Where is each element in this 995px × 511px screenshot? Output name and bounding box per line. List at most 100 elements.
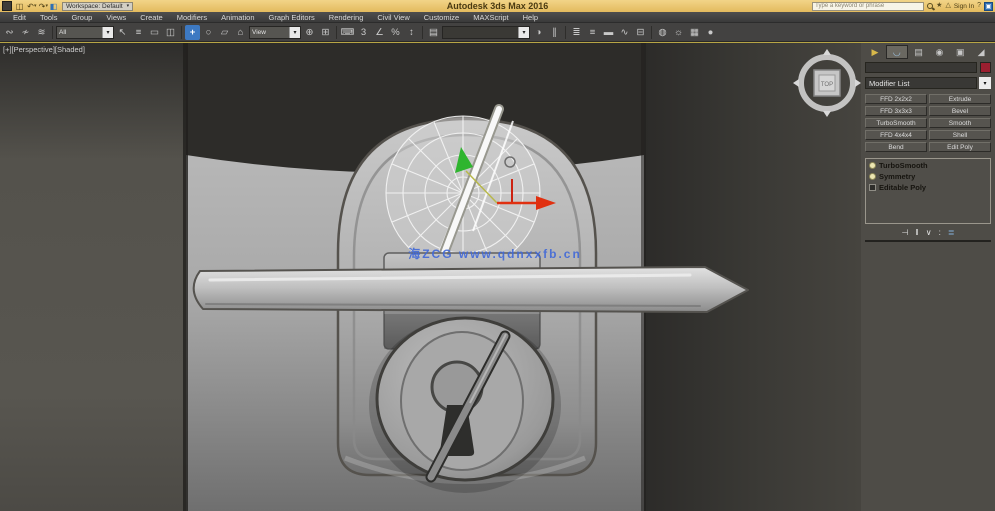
select-and-place-icon[interactable]: ⌂ [233,25,248,40]
stack-toolbar: ⊣ ‖ ∨ : ≣ [865,228,991,242]
toolbar-separator [565,25,566,39]
named-selection-sets-dropdown[interactable]: ▾ [442,25,530,39]
pin-stack-icon[interactable]: ⊣ [901,228,908,237]
menu-bar: Edit Tools Group Views Create Modifiers … [0,12,995,23]
coordinate-system-value: View [252,28,266,36]
menu-civil-view[interactable]: Civil View [370,13,416,22]
door-handle-bar[interactable] [192,266,749,313]
communication-center-icon[interactable]: ▣ [984,1,993,11]
make-unique-icon[interactable]: ∨ [926,228,932,237]
edit-named-selection-sets-icon[interactable]: ▤ [426,25,441,40]
help-icon[interactable]: ? [977,1,981,11]
modifier-button-set: FFD 2x2x2 Extrude FFD 3x3x3 Bevel TurboS… [865,94,991,152]
rendered-frame-window-icon[interactable]: ▦ [687,25,702,40]
modifier-button[interactable]: FFD 2x2x2 [865,94,927,104]
utilities-tab[interactable]: ◢ [971,45,991,59]
menu-customize[interactable]: Customize [417,13,466,22]
modifier-button[interactable]: Bevel [929,106,991,116]
3ds-max-window: ◫ ↶ ▾ ↷ ▾ ◧ Workspace: Default ▾ Autodesk … [0,0,995,511]
use-pivot-point-center-icon[interactable]: ⊕ [302,25,317,40]
toggle-scene-explorer-icon[interactable]: ≣ [569,25,584,40]
menu-maxscript[interactable]: MAXScript [466,13,515,22]
stack-item-turbosmooth[interactable]: TurboSmooth [867,160,989,171]
menu-help[interactable]: Help [516,13,545,22]
menu-create[interactable]: Create [133,13,170,22]
reference-coordinate-system-dropdown[interactable]: View ▾ [249,25,301,39]
viewport-watermark: 海ZCG www.qdnxxfb.cn [408,247,582,261]
a360-icon[interactable]: △ [945,1,950,11]
modify-tab[interactable]: ◡ [885,45,908,59]
modifier-button[interactable]: Extrude [929,94,991,104]
sign-in-label[interactable]: Sign In [954,3,974,10]
object-color-swatch[interactable] [980,62,991,73]
menu-edit[interactable]: Edit [6,13,33,22]
object-name-field[interactable] [865,62,977,73]
motion-tab[interactable]: ◉ [929,45,949,59]
toggle-layer-explorer-icon[interactable]: ≡ [585,25,600,40]
snaps-toggle-icon[interactable]: 3 [356,25,371,40]
modifier-button[interactable]: FFD 4x4x4 [865,130,927,140]
modifier-button[interactable]: TurboSmooth [865,118,927,128]
modifier-list-caret[interactable]: ▾ [979,77,991,89]
align-icon[interactable]: ∥ [547,25,562,40]
favorites-star-icon[interactable]: ★ [936,1,942,11]
stack-item-label: Symmetry [879,172,916,181]
mirror-icon[interactable]: ◑ [531,25,546,40]
modifier-button[interactable]: FFD 3x3x3 [865,106,927,116]
modifier-stack: TurboSmooth Symmetry Editable Poly [865,158,991,224]
modifier-button[interactable]: Edit Poly [929,142,991,152]
material-editor-icon[interactable]: ◍ [655,25,670,40]
keyboard-shortcut-override-icon[interactable]: ⌨ [340,25,355,40]
perspective-viewport[interactable]: [+][Perspective][Shaded] 海ZCG www.qdnxxf… [0,43,861,511]
select-object-icon[interactable]: ↖ [115,25,130,40]
select-and-move-icon[interactable]: + [185,24,200,40]
modifier-button[interactable]: Bend [865,142,927,152]
show-end-result-icon[interactable]: ‖ [915,228,918,237]
menu-group[interactable]: Group [64,13,99,22]
save-icon[interactable]: ◫ [14,1,25,11]
angle-snap-toggle-icon[interactable]: ∠ [372,25,387,40]
modifier-button[interactable]: Shell [929,130,991,140]
curve-editor-icon[interactable]: ∿ [617,25,632,40]
select-and-scale-icon[interactable]: ▱ [217,25,232,40]
modifier-on-off-bulb-icon[interactable] [869,173,876,180]
selection-filter-value: All [59,28,67,36]
keyhole-escutcheon[interactable] [369,316,561,493]
modifier-on-off-bulb-icon[interactable] [869,162,876,169]
select-and-manipulate-icon[interactable]: ⊞ [318,25,333,40]
render-production-icon[interactable]: ● [703,25,718,40]
workspace-dropdown[interactable]: Workspace: Default ▾ [62,1,134,11]
menu-animation[interactable]: Animation [214,13,261,22]
modifier-list-dropdown[interactable]: Modifier List [865,77,977,89]
search-icon[interactable] [927,3,934,9]
stack-item-editable-poly[interactable]: Editable Poly [867,182,989,193]
select-and-rotate-icon[interactable]: ○ [201,25,216,40]
configure-modifier-sets-icon[interactable]: ≣ [948,228,955,237]
modifier-button[interactable]: Smooth [929,118,991,128]
select-by-name-icon[interactable]: ≡ [131,25,146,40]
menu-tools[interactable]: Tools [33,13,65,22]
window-crossing-toggle-icon[interactable]: ◫ [163,25,178,40]
menu-views[interactable]: Views [99,13,133,22]
spinner-snap-toggle-icon[interactable]: ↕ [404,25,419,40]
create-tab[interactable]: ▶ [865,45,885,59]
render-setup-icon[interactable]: ☼ [671,25,686,40]
hierarchy-tab[interactable]: ▤ [909,45,929,59]
schematic-view-icon[interactable]: ⊟ [633,25,648,40]
application-menu-icon[interactable] [2,1,12,11]
selection-filter-dropdown[interactable]: All ▾ [56,25,114,39]
stack-item-symmetry[interactable]: Symmetry [867,171,989,182]
percent-snap-toggle-icon[interactable]: % [388,25,403,40]
select-and-link-icon[interactable]: ∾ [2,25,17,40]
toggle-ribbon-icon[interactable]: ▬ [601,25,616,40]
unlink-selection-icon[interactable]: ≁ [18,25,33,40]
menu-graph-editors[interactable]: Graph Editors [262,13,322,22]
bind-to-space-warp-icon[interactable]: ≋ [34,25,49,40]
menu-rendering[interactable]: Rendering [322,13,371,22]
menu-modifiers[interactable]: Modifiers [170,13,214,22]
rectangular-selection-region-icon[interactable]: ▭ [147,25,162,40]
infocenter-search-input[interactable] [812,1,925,11]
remove-modifier-icon[interactable]: : [939,228,941,237]
viewport-label[interactable]: [+][Perspective][Shaded] [3,45,85,54]
display-tab[interactable]: ▣ [950,45,970,59]
